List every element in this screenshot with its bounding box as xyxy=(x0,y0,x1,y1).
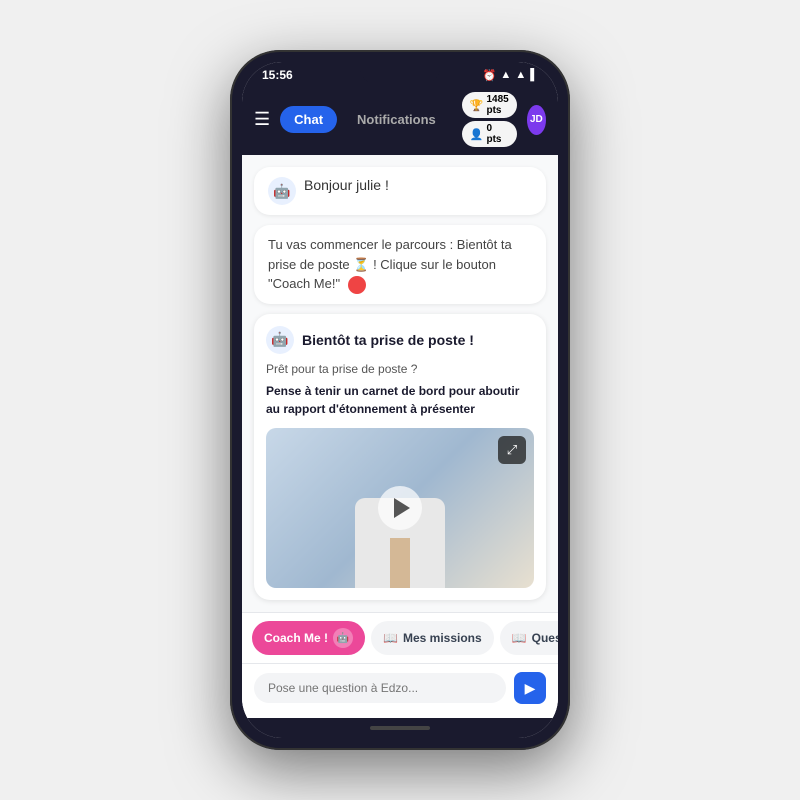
coach-me-icon: 🤖 xyxy=(333,628,353,648)
card-title: Bientôt ta prise de poste ! xyxy=(302,332,474,348)
play-triangle-icon xyxy=(394,498,410,518)
challenge-badge: 👤 0 pts xyxy=(462,121,517,147)
nav-bar: ☰ Chat Notifications 🏆 1485 pts 👤 0 pts … xyxy=(242,86,558,155)
msg-text-1: Tu vas commencer le parcours : Bientôt t… xyxy=(268,235,532,294)
card-subtitle: Prêt pour ta prise de poste ? xyxy=(266,362,534,376)
quests-label: Ques xyxy=(532,631,558,645)
send-button[interactable]: ▶ xyxy=(514,672,546,704)
video-thumbnail[interactable]: ⤢ xyxy=(266,428,534,588)
play-button[interactable] xyxy=(378,486,422,530)
avatar[interactable]: JD xyxy=(527,105,546,135)
status-icons: ⏰ ▲ ▲ ▌ xyxy=(483,69,538,82)
notch xyxy=(360,62,440,84)
missions-button[interactable]: 📖 Mes missions xyxy=(371,621,494,655)
card-header: 🤖 Bientôt ta prise de poste ! xyxy=(266,326,534,354)
points-value: 1485 pts xyxy=(486,94,508,116)
home-bar xyxy=(370,726,430,730)
clock-icon: ⏰ xyxy=(483,69,497,82)
challenge-value: 0 pts xyxy=(486,123,508,145)
chat-input[interactable] xyxy=(254,673,506,703)
greeting-bubble: 🤖 Bonjour julie ! xyxy=(254,167,546,215)
video-person-neck xyxy=(390,538,410,588)
missions-icon: 📖 xyxy=(383,631,398,645)
status-time: 15:56 xyxy=(262,68,293,82)
coach-me-button[interactable]: Coach Me ! 🤖 xyxy=(252,621,365,655)
card-icon: 🤖 xyxy=(266,326,294,354)
phone-frame: 15:56 ⏰ ▲ ▲ ▌ ☰ Chat Notifications 🏆 148… xyxy=(230,50,570,750)
bottom-nav: Coach Me ! 🤖 📖 Mes missions 📖 Ques xyxy=(242,612,558,663)
chat-area: 🤖 Bonjour julie ! Tu vas commencer le pa… xyxy=(242,155,558,612)
challenge-emoji: 👤 xyxy=(470,128,484,141)
hamburger-icon[interactable]: ☰ xyxy=(254,109,270,130)
quests-button[interactable]: 📖 Ques xyxy=(500,621,558,655)
pts-container: 🏆 1485 pts 👤 0 pts xyxy=(462,92,517,147)
trophy-emoji: 🏆 xyxy=(470,99,484,112)
points-badge: 🏆 1485 pts xyxy=(462,92,517,118)
tab-chat[interactable]: Chat xyxy=(280,106,337,133)
external-link-icon[interactable]: ⤢ xyxy=(498,436,526,464)
bot-avatar-1: 🤖 xyxy=(268,177,296,205)
quests-icon: 📖 xyxy=(512,631,527,645)
missions-label: Mes missions xyxy=(403,631,482,645)
tab-notifications[interactable]: Notifications xyxy=(343,106,450,133)
send-arrow-icon: ▶ xyxy=(525,680,536,697)
battery-icon: ▌ xyxy=(530,69,538,81)
coach-me-label: Coach Me ! xyxy=(264,631,328,645)
input-bar: ▶ xyxy=(242,663,558,718)
greeting-row: 🤖 Bonjour julie ! xyxy=(268,177,532,205)
home-indicator xyxy=(242,718,558,738)
signal-icon: ▲ xyxy=(500,69,511,81)
card-body-bold: Pense à tenir un carnet de bord pour abo… xyxy=(266,382,534,418)
content-card: 🤖 Bientôt ta prise de poste ! Prêt pour … xyxy=(254,314,546,600)
wifi-icon: ▲ xyxy=(515,69,526,81)
phone-screen: 15:56 ⏰ ▲ ▲ ▌ ☰ Chat Notifications 🏆 148… xyxy=(242,62,558,738)
red-dot-indicator xyxy=(348,276,366,294)
greeting-text: Bonjour julie ! xyxy=(304,177,389,193)
text-bubble: Tu vas commencer le parcours : Bientôt t… xyxy=(254,225,546,304)
